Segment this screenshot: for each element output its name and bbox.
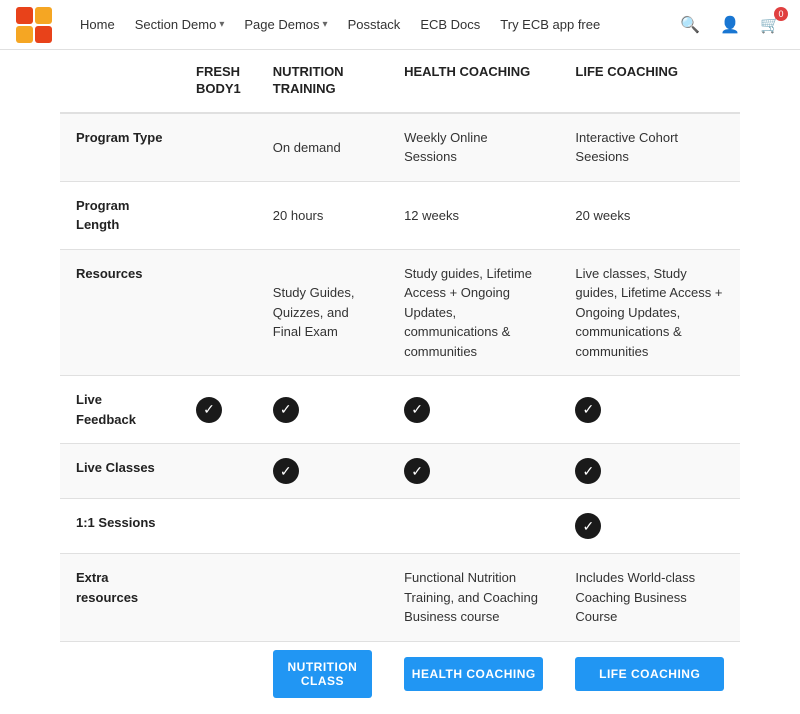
footer-nutrition-cell: NUTRITION CLASS (257, 641, 388, 714)
col-header-fresh: FRESH BODY1 (180, 50, 257, 113)
user-icon: 👤 (720, 15, 740, 35)
table-cell-label: Extra resources (60, 554, 180, 642)
footer-label-cell (60, 641, 180, 714)
table-cell-fresh (180, 181, 257, 249)
check-icon: ✓ (196, 397, 222, 423)
table-cell-health: Functional Nutrition Training, and Coach… (388, 554, 559, 642)
table-row: Resources Study Guides, Quizzes, and Fina… (60, 249, 740, 376)
logo[interactable] (16, 7, 52, 43)
account-button[interactable]: 👤 (716, 11, 744, 39)
table-cell-life: Interactive Cohort Seesions (559, 113, 740, 182)
table-cell-nutrition: On demand (257, 113, 388, 182)
table-footer-row: NUTRITION CLASS HEALTH COACHING LIFE COA… (60, 641, 740, 714)
nav-try-ecb[interactable]: Try ECB app free (492, 13, 608, 36)
check-icon: ✓ (273, 397, 299, 423)
table-cell-fresh (180, 249, 257, 376)
table-cell-health: ✓ (388, 376, 559, 444)
table-cell-nutrition: Study Guides, Quizzes, and Final Exam (257, 249, 388, 376)
search-button[interactable]: 🔍 (676, 11, 704, 39)
footer-health-cell: HEALTH COACHING (388, 641, 559, 714)
health-coaching-button[interactable]: HEALTH COACHING (404, 657, 543, 691)
table-cell-health: Weekly Online Sessions (388, 113, 559, 182)
table-cell-fresh (180, 554, 257, 642)
table-cell-label: Live Feedback (60, 376, 180, 444)
nutrition-class-button[interactable]: NUTRITION CLASS (273, 650, 372, 698)
table-cell-label: Program Type (60, 113, 180, 182)
table-cell-label: Resources (60, 249, 180, 376)
table-header-row: FRESH BODY1 NUTRITION TRAINING HEALTH CO… (60, 50, 740, 113)
table-cell-health: 12 weeks (388, 181, 559, 249)
col-header-label (60, 50, 180, 113)
table-cell-fresh (180, 499, 257, 554)
search-icon: 🔍 (680, 15, 700, 35)
check-icon: ✓ (404, 397, 430, 423)
table-cell-life: Includes World-class Coaching Business C… (559, 554, 740, 642)
table-cell-label: Program Length (60, 181, 180, 249)
table-cell-nutrition: ✓ (257, 444, 388, 499)
table-cell-nutrition: 20 hours (257, 181, 388, 249)
footer-fresh-cell (180, 641, 257, 714)
nav-ecb-docs[interactable]: ECB Docs (412, 13, 488, 36)
check-icon: ✓ (575, 458, 601, 484)
nav-icons: 🔍 👤 🛒 0 (676, 11, 784, 39)
table-cell-fresh (180, 444, 257, 499)
nav-links: Home Section Demo ▾ Page Demos ▾ Posstac… (72, 13, 676, 36)
table-cell-label: Live Classes (60, 444, 180, 499)
comparison-table-container: FRESH BODY1 NUTRITION TRAINING HEALTH CO… (0, 50, 800, 714)
check-icon: ✓ (273, 458, 299, 484)
life-coaching-button[interactable]: LIFE COACHING (575, 657, 724, 691)
table-cell-life: ✓ (559, 376, 740, 444)
table-cell-life: ✓ (559, 499, 740, 554)
table-row: Live Feedback ✓ ✓ ✓ ✓ (60, 376, 740, 444)
footer-life-cell: LIFE COACHING (559, 641, 740, 714)
table-cell-health: ✓ (388, 444, 559, 499)
check-icon: ✓ (404, 458, 430, 484)
table-row: 1:1 Sessions ✓ (60, 499, 740, 554)
table-cell-life: Live classes, Study guides, Lifetime Acc… (559, 249, 740, 376)
nav-home[interactable]: Home (72, 13, 123, 36)
col-header-life: LIFE COACHING (559, 50, 740, 113)
cart-badge: 0 (774, 7, 788, 21)
table-cell-health (388, 499, 559, 554)
nav-page-demos[interactable]: Page Demos ▾ (236, 13, 335, 36)
check-icon: ✓ (575, 397, 601, 423)
table-row: Extra resources Functional Nutrition Trai… (60, 554, 740, 642)
table-cell-nutrition (257, 499, 388, 554)
nav-section-demo[interactable]: Section Demo ▾ (127, 13, 233, 36)
table-row: Live Classes ✓ ✓ ✓ (60, 444, 740, 499)
table-cell-fresh: ✓ (180, 376, 257, 444)
col-header-health: HEALTH COACHING (388, 50, 559, 113)
comparison-table: FRESH BODY1 NUTRITION TRAINING HEALTH CO… (60, 50, 740, 714)
col-header-nutrition: NUTRITION TRAINING (257, 50, 388, 113)
table-row: Program Length 20 hours12 weeks20 weeks (60, 181, 740, 249)
navbar: Home Section Demo ▾ Page Demos ▾ Posstac… (0, 0, 800, 50)
table-cell-fresh (180, 113, 257, 182)
chevron-down-icon: ▾ (219, 19, 224, 30)
nav-posstack[interactable]: Posstack (340, 13, 409, 36)
table-cell-nutrition (257, 554, 388, 642)
table-row: Program Type On demandWeekly Online Sessi… (60, 113, 740, 182)
cart-button[interactable]: 🛒 0 (756, 11, 784, 39)
table-cell-label: 1:1 Sessions (60, 499, 180, 554)
table-cell-nutrition: ✓ (257, 376, 388, 444)
table-cell-health: Study guides, Lifetime Access + Ongoing … (388, 249, 559, 376)
chevron-down-icon: ▾ (323, 19, 328, 30)
table-cell-life: ✓ (559, 444, 740, 499)
table-cell-life: 20 weeks (559, 181, 740, 249)
check-icon: ✓ (575, 513, 601, 539)
